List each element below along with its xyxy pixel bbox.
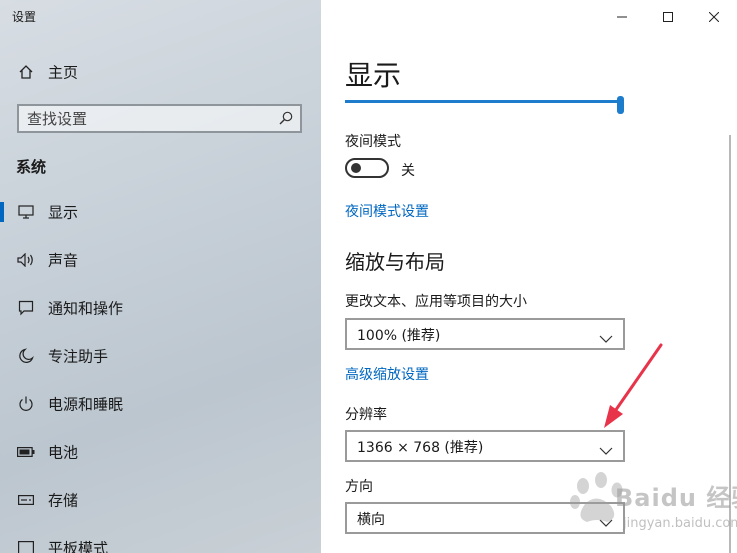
notification-icon xyxy=(16,298,36,318)
close-button[interactable] xyxy=(691,0,737,32)
sidebar-item-label: 专注助手 xyxy=(48,347,109,366)
moon-icon xyxy=(16,346,36,366)
settings-window: 设置 主页 系统 显示 声音 xyxy=(0,0,737,553)
sidebar-item-focus-assist[interactable]: 专注助手 xyxy=(0,336,321,376)
sidebar-item-label: 通知和操作 xyxy=(48,299,124,318)
toggle-knob xyxy=(351,163,361,173)
sidebar-item-notifications[interactable]: 通知和操作 xyxy=(0,288,321,328)
sidebar-item-label: 显示 xyxy=(48,203,79,222)
chevron-down-icon xyxy=(599,441,613,455)
monitor-icon xyxy=(16,202,36,222)
orientation-value: 横向 xyxy=(357,512,385,528)
night-mode-settings-link[interactable]: 夜间模式设置 xyxy=(345,201,429,221)
advanced-scaling-link[interactable]: 高级缩放设置 xyxy=(345,364,429,384)
sidebar: 设置 主页 系统 显示 声音 xyxy=(0,0,321,553)
tablet-icon xyxy=(16,538,36,553)
page-title: 显示 xyxy=(345,59,402,92)
search-icon[interactable] xyxy=(278,110,294,126)
minimize-icon xyxy=(617,7,627,26)
resolution-label: 分辨率 xyxy=(345,407,387,423)
sidebar-item-battery[interactable]: 电池 xyxy=(0,432,321,472)
brightness-slider-track[interactable] xyxy=(345,100,622,103)
sidebar-item-label: 声音 xyxy=(48,251,79,270)
home-icon xyxy=(16,62,36,82)
section-label: 系统 xyxy=(16,158,47,176)
baidu-watermark: Baidu 经验 jingyan.baidu.com xyxy=(563,470,737,548)
sidebar-item-label: 电源和睡眠 xyxy=(48,395,124,414)
resolution-dropdown[interactable]: 1366 × 768 (推荐) xyxy=(345,430,625,462)
sidebar-item-power-sleep[interactable]: 电源和睡眠 xyxy=(0,384,321,424)
scale-dropdown[interactable]: 100% (推荐) xyxy=(345,318,625,350)
chevron-down-icon xyxy=(599,329,613,343)
app-title: 设置 xyxy=(12,10,37,24)
sidebar-item-tablet-mode[interactable]: 平板模式 xyxy=(0,528,321,553)
watermark-url: jingyan.baidu.com xyxy=(623,516,737,531)
close-icon xyxy=(708,7,720,26)
watermark-brand: Baidu 经验 xyxy=(615,484,737,512)
toggle-state-text: 关 xyxy=(401,163,415,179)
sidebar-item-storage[interactable]: 存储 xyxy=(0,480,321,520)
sidebar-item-label: 存储 xyxy=(48,491,79,510)
night-mode-toggle[interactable] xyxy=(345,158,389,178)
storage-icon xyxy=(16,490,36,510)
scale-value: 100% (推荐) xyxy=(357,328,441,344)
sidebar-item-label: 电池 xyxy=(48,443,79,462)
sidebar-item-display[interactable]: 显示 xyxy=(0,192,321,232)
main-pane: 显示 夜间模式 关 夜间模式设置 缩放与布局 更改文本、应用等项目的大小 100… xyxy=(321,0,737,553)
minimize-button[interactable] xyxy=(599,0,645,32)
sidebar-item-sound[interactable]: 声音 xyxy=(0,240,321,280)
battery-icon xyxy=(16,442,36,462)
speaker-icon xyxy=(16,250,36,270)
night-mode-label: 夜间模式 xyxy=(345,134,401,150)
scale-layout-heading: 缩放与布局 xyxy=(345,250,445,274)
sidebar-item-home[interactable]: 主页 xyxy=(0,52,321,92)
sidebar-item-label: 主页 xyxy=(48,63,79,82)
maximize-icon xyxy=(663,7,673,26)
sidebar-item-label: 平板模式 xyxy=(48,539,109,553)
scale-label: 更改文本、应用等项目的大小 xyxy=(345,294,527,310)
maximize-button[interactable] xyxy=(645,0,691,32)
brightness-slider-thumb[interactable] xyxy=(617,96,624,114)
search-input[interactable] xyxy=(27,108,267,129)
search-box[interactable] xyxy=(17,104,302,133)
orientation-label: 方向 xyxy=(345,479,373,495)
power-icon xyxy=(16,394,36,414)
resolution-value: 1366 × 768 (推荐) xyxy=(357,440,484,456)
